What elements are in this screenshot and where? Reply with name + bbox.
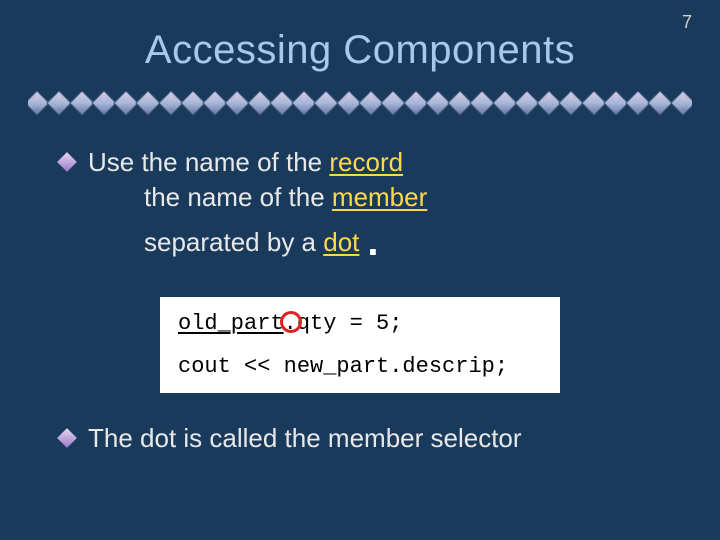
bullet-text: Use the name of the record the name of t… bbox=[88, 145, 660, 269]
bullet-text: The dot is called the member selector bbox=[88, 421, 660, 456]
code-example: old_part.qty = 5; cout << new_part.descr… bbox=[160, 297, 560, 393]
diamond-icon bbox=[670, 91, 692, 115]
diamond-icon bbox=[47, 91, 72, 115]
text-fragment: the name of the bbox=[144, 182, 332, 212]
code-underlined: old_part bbox=[178, 311, 284, 336]
text-fragment: Use the name of the bbox=[88, 147, 329, 177]
bullet-diamond-icon bbox=[57, 152, 77, 172]
bullet-item-1: Use the name of the record the name of t… bbox=[60, 145, 660, 269]
diamond-icon bbox=[470, 91, 495, 115]
text-fragment: separated by a bbox=[144, 227, 323, 257]
dot-symbol: . bbox=[359, 220, 378, 264]
slide-title: Accessing Components bbox=[0, 0, 720, 91]
keyword-dot: dot bbox=[323, 227, 359, 257]
bullet-item-2: The dot is called the member selector bbox=[60, 421, 660, 456]
diamond-icon bbox=[136, 91, 161, 115]
code-text: .qty = 5; bbox=[284, 311, 403, 336]
slide-body: Use the name of the record the name of t… bbox=[0, 139, 720, 456]
diamond-icon bbox=[381, 91, 406, 115]
decorative-divider bbox=[28, 91, 692, 115]
code-line-1: old_part.qty = 5; bbox=[178, 307, 542, 340]
keyword-member: member bbox=[332, 182, 427, 212]
bullet-diamond-icon bbox=[57, 428, 77, 448]
slide-number: 7 bbox=[682, 12, 692, 33]
keyword-record: record bbox=[329, 147, 403, 177]
code-line-2: cout << new_part.descrip; bbox=[178, 354, 508, 379]
